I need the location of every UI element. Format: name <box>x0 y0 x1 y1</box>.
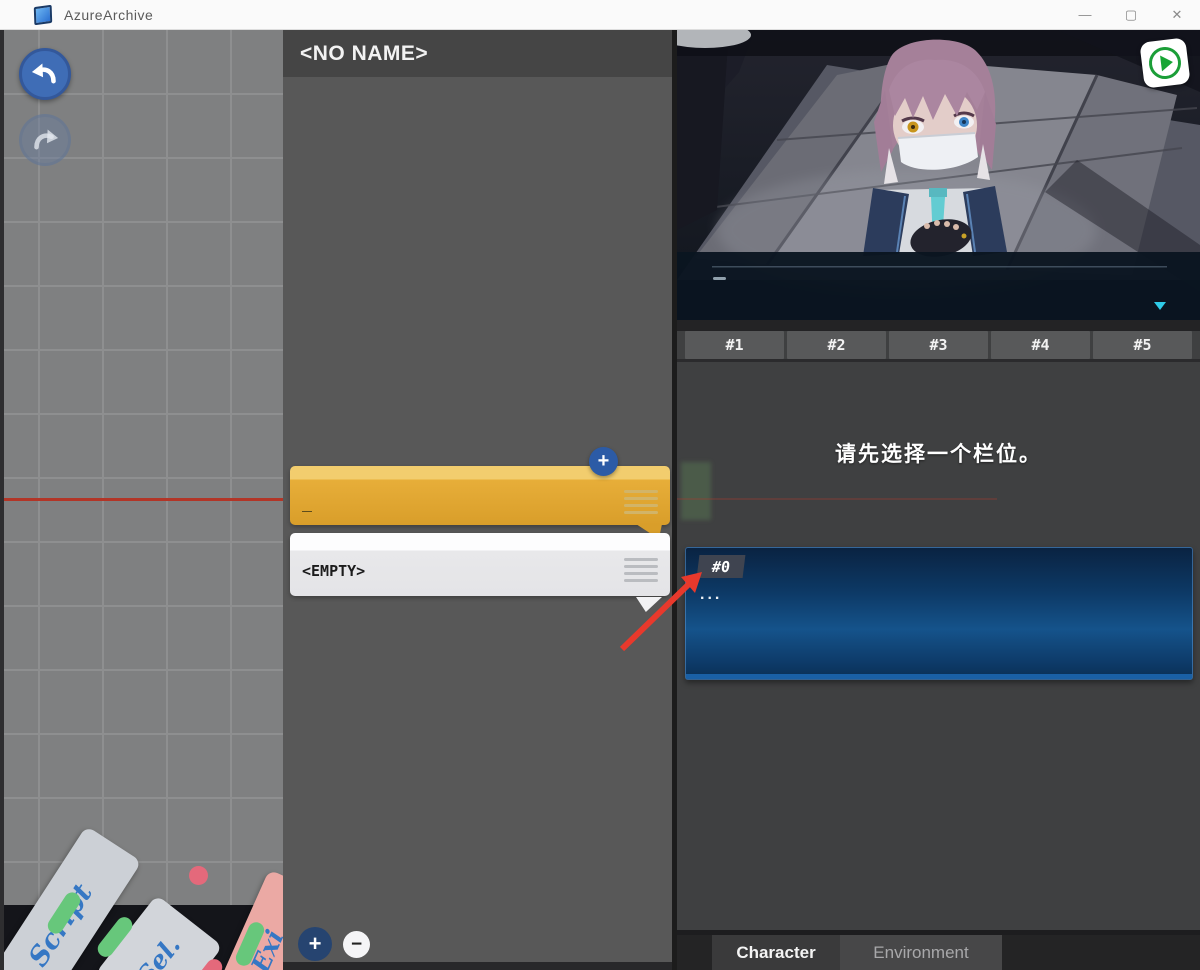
speech-tail <box>636 597 662 612</box>
undo-icon <box>28 57 62 91</box>
slot-ellipsis-text: ... <box>700 586 722 604</box>
bottom-tab-bar: Character Environment <box>677 935 1200 970</box>
node-card-empty[interactable]: <EMPTY> <box>290 533 670 596</box>
footer-remove-button[interactable]: − <box>343 931 370 958</box>
footer-add-button[interactable]: + <box>298 927 332 961</box>
node-card-dash: — <box>302 506 312 517</box>
slot-index-badge: #0 <box>697 555 746 578</box>
red-dot-decor <box>189 866 208 885</box>
scene-preview <box>677 30 1200 320</box>
slot-tab-1[interactable]: #1 <box>685 331 784 359</box>
slot-block-accent <box>686 674 1192 679</box>
app-title: AzureArchive <box>64 7 153 23</box>
scene-preview-image <box>677 30 1200 320</box>
close-button[interactable]: ✕ <box>1154 0 1200 30</box>
undo-button[interactable] <box>19 48 71 100</box>
slot-tab-5[interactable]: #5 <box>1093 331 1192 359</box>
titlebar: AzureArchive — ▢ ✕ <box>0 0 1200 30</box>
red-guide-line <box>4 498 283 501</box>
divider <box>677 320 1200 331</box>
select-slot-hint: 请先选择一个栏位。 <box>677 438 1200 468</box>
footer-strip <box>283 962 672 970</box>
tab-environment[interactable]: Environment <box>840 935 1002 970</box>
node-card-yellow[interactable]: — <box>290 466 670 525</box>
redo-button[interactable] <box>19 114 71 166</box>
ghost-highlight <box>681 462 711 520</box>
slot-tab-4[interactable]: #4 <box>991 331 1090 359</box>
window-controls: — ▢ ✕ <box>1062 0 1200 30</box>
slot-tab-3[interactable]: #3 <box>889 331 988 359</box>
ghost-guide-line <box>677 498 997 500</box>
maximize-button[interactable]: ▢ <box>1108 0 1154 30</box>
node-list-header: <NO NAME> <box>283 30 672 77</box>
inspector-panel: #1 #2 #3 #4 #5 请先选择一个栏位。 #0 ... Characte… <box>677 30 1200 970</box>
minimize-button[interactable]: — <box>1062 0 1108 30</box>
dialogue-slot-block[interactable]: #0 ... <box>685 547 1193 680</box>
slot-tab-2[interactable]: #2 <box>787 331 886 359</box>
app-logo-icon <box>34 4 52 25</box>
add-node-button[interactable]: + <box>589 447 618 476</box>
node-list-title: <NO NAME> <box>300 42 428 66</box>
drag-handle-icon[interactable] <box>624 490 658 514</box>
drag-handle-icon[interactable] <box>624 558 658 582</box>
divider <box>677 359 1200 362</box>
slot-tab-bar: #1 #2 #3 #4 #5 <box>685 331 1192 359</box>
empty-card-label: <EMPTY> <box>302 562 365 580</box>
play-button[interactable] <box>1139 37 1190 88</box>
redo-icon <box>28 123 62 157</box>
node-list-panel: <NO NAME> + — <EMPTY> + − <box>283 30 677 970</box>
canvas-panel: Script Sel. Exi <box>0 30 283 970</box>
tab-character[interactable]: Character <box>712 935 840 970</box>
sticker-tag-label: Sel. <box>132 931 187 970</box>
play-icon <box>1147 45 1183 81</box>
